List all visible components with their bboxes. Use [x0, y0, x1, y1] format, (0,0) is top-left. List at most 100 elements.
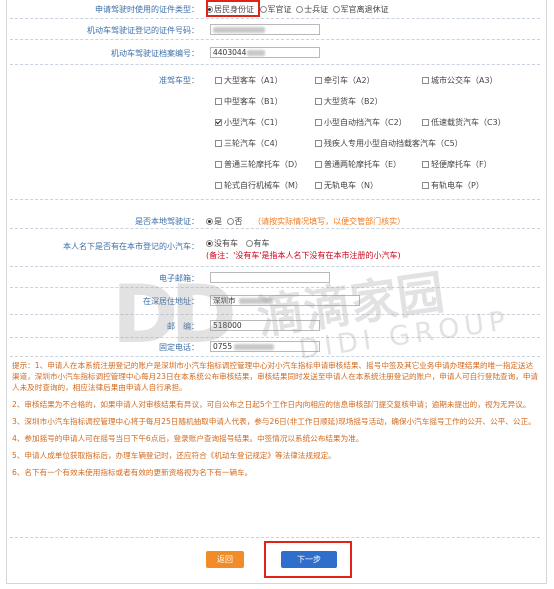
local-license-options: 是 否 （请按实际情况填写，以便交管部门核实） — [206, 216, 405, 227]
radio-icon — [332, 6, 340, 13]
vehicle-class-option[interactable]: 大型货车（B2） — [315, 96, 383, 107]
vehicle-class-option-label: 三轮汽车（C4） — [224, 139, 283, 148]
row-phone: 固定电话： 0755 — [10, 338, 540, 357]
own-car-note: (备注：'没有车'是指本人名下没有在本市注册的小汽车) — [206, 251, 401, 260]
checkbox-icon — [315, 140, 322, 147]
row-address: 在深居住地址： 深圳市 — [10, 288, 540, 315]
postcode-label: 邮 编： — [167, 322, 199, 331]
back-button[interactable]: 返回 — [206, 551, 244, 568]
vehicle-class-option[interactable]: 无轨电车（N） — [315, 180, 378, 191]
email-input[interactable] — [210, 272, 330, 283]
vehicle-class-option[interactable]: 轮式自行机械车（M） — [215, 180, 303, 191]
vehicle-class-option-label: 大型货车（B2） — [324, 97, 383, 106]
vehicle-class-option-label: 轮式自行机械车（M） — [224, 181, 303, 190]
tip-item: 4、参加摇号的申请人可在摇号当日下午6点后，登录账户查询摇号结果。中签情况以系统… — [12, 434, 364, 443]
row-email: 电子邮箱： — [10, 267, 540, 288]
checkbox-icon — [315, 119, 322, 126]
vehicle-class-option[interactable]: 有轨电车（P） — [422, 180, 484, 191]
redacted-value — [234, 344, 275, 350]
vehicle-class-option[interactable]: 小型自动挡汽车（C2） — [315, 117, 407, 128]
vehicle-class-option-label: 大型客车（A1） — [224, 76, 283, 85]
vehicle-class-option[interactable]: 中型客车（B1） — [215, 96, 283, 107]
vehicle-class-option[interactable]: 低速载货汽车（C3） — [422, 117, 506, 128]
radio-no-car[interactable]: 没有车 — [206, 239, 238, 248]
vehicle-class-option-label: 无轨电车（N） — [324, 181, 378, 190]
row-local-license: 是否本地驾驶证： 是 否 （请按实际情况填写，以便交管部门核实） — [10, 200, 540, 229]
tip-item: 2、审核结果为不合格的，如果申请人对审核结果有异议，可自公布之日起5个工作日内向… — [12, 400, 531, 409]
license-id-label: 机动车驾驶证登记的证件号码： — [87, 26, 199, 35]
checkbox-icon — [315, 182, 322, 189]
vehicle-class-option[interactable]: 三轮汽车（C4） — [215, 138, 283, 149]
redacted-value — [247, 50, 266, 56]
vehicle-class-option-label: 低速载货汽车（C3） — [431, 118, 506, 127]
vehicle-class-option[interactable]: 城市公交车（A3） — [422, 75, 498, 86]
radio-icon — [206, 240, 213, 247]
vehicle-class-option-label: 小型汽车（C1） — [224, 118, 283, 127]
id-type-label: 申请驾驶时使用的证件类型： — [95, 5, 199, 14]
license-file-input[interactable]: 4403044 — [210, 47, 320, 58]
radio-local-no[interactable]: 否 — [226, 217, 243, 226]
row-license-file: 机动车驾驶证档案编号： 4403044 — [10, 40, 540, 65]
vehicle-class-option[interactable]: 大型客车（A1） — [215, 75, 283, 86]
radio-icon — [259, 6, 267, 13]
tips-divider — [10, 537, 540, 538]
own-car-label: 本人名下是否有在本市登记的小汽车： — [63, 242, 199, 251]
tip-item: 提示：1、申请人在本系统注册登记的账户是深圳市小汽车指标调控管理中心对小汽车指标… — [12, 361, 539, 392]
checkbox-icon — [315, 161, 322, 168]
vehicle-class-option[interactable]: 普通两轮摩托车（E） — [315, 159, 401, 170]
local-license-hint: （请按实际情况填写，以便交管部门核实） — [253, 217, 406, 226]
phone-input[interactable]: 0755 — [210, 341, 320, 352]
vehicle-class-option-label: 小型自动挡汽车（C2） — [324, 118, 407, 127]
radio-icon — [206, 218, 213, 225]
redacted-value — [213, 27, 265, 33]
checkbox-icon — [215, 98, 222, 105]
vehicle-class-option-label: 普通两轮摩托车（E） — [324, 160, 402, 169]
checkbox-icon — [315, 98, 322, 105]
vehicle-class-label: 准驾车型： — [159, 76, 199, 85]
email-label: 电子邮箱： — [159, 274, 199, 283]
vehicle-class-option-label: 有轨电车（P） — [431, 181, 484, 190]
vehicle-class-option[interactable]: 轻便摩托车（F） — [422, 159, 492, 170]
highlight-box — [206, 0, 260, 17]
checkbox-icon — [422, 77, 429, 84]
radio-local-yes[interactable]: 是 — [206, 217, 222, 226]
next-button[interactable]: 下一步 — [281, 551, 337, 568]
checkbox-icon — [422, 161, 429, 168]
postcode-input[interactable]: 518000 — [210, 320, 320, 331]
row-license-id: 机动车驾驶证登记的证件号码： — [10, 19, 540, 40]
radio-soldier[interactable]: 士兵证 — [296, 5, 328, 14]
vehicle-class-option-label: 轻便摩托车（F） — [431, 160, 492, 169]
vehicle-class-option[interactable]: 牵引车（A2） — [315, 75, 375, 86]
radio-icon — [245, 240, 253, 247]
license-id-input[interactable] — [210, 24, 320, 35]
checkbox-icon — [215, 140, 222, 147]
radio-icon — [296, 6, 304, 13]
row-own-car: 本人名下是否有在本市登记的小汽车： 没有车 有车 (备注：'没有车'是指本人名下… — [10, 229, 540, 267]
radio-icon — [226, 218, 234, 225]
tips-block: 提示：1、申请人在本系统注册登记的账户是深圳市小汽车指标调控管理中心对小汽车指标… — [12, 360, 539, 478]
address-input[interactable]: 深圳市 — [210, 295, 360, 306]
checkbox-icon — [315, 77, 322, 84]
radio-has-car[interactable]: 有车 — [245, 239, 270, 248]
checkbox-icon — [215, 77, 222, 84]
radio-officer[interactable]: 军官证 — [259, 5, 292, 14]
vehicle-class-option[interactable]: 小型汽车（C1） — [215, 117, 283, 128]
vehicle-class-option-label: 中型客车（B1） — [224, 97, 283, 106]
checkbox-icon — [422, 182, 429, 189]
checkbox-icon — [422, 119, 429, 126]
tip-item: 6、名下有一个有效未使用指标或者有效的更新资格视为名下有一辆车。 — [12, 468, 253, 477]
address-label: 在深居住地址： — [143, 297, 199, 306]
vehicle-class-option[interactable]: 残疾人专用小型自动挡载客汽车（C5） — [315, 138, 463, 149]
own-car-options: 没有车 有车 — [206, 238, 270, 249]
vehicle-class-option-label: 普通三轮摩托车（D） — [224, 160, 303, 169]
phone-label: 固定电话： — [159, 343, 199, 352]
vehicle-class-option[interactable]: 普通三轮摩托车（D） — [215, 159, 302, 170]
checkbox-icon — [215, 119, 222, 126]
radio-retired-officer[interactable]: 军官离退休证 — [332, 5, 389, 14]
tip-item: 3、深圳市小汽车指标调控管理中心将于每月25日随机抽取申请人代表，参与26日(非… — [12, 417, 536, 426]
vehicle-class-option-label: 牵引车（A2） — [324, 76, 375, 85]
tip-item: 5、申请人成单位获取指标后，办理车辆登记时，还应符合《机动车登记规定》等法律法规… — [12, 451, 336, 460]
redacted-value — [238, 298, 273, 304]
vehicle-class-option-label: 城市公交车（A3） — [431, 76, 498, 85]
checkbox-icon — [215, 182, 222, 189]
